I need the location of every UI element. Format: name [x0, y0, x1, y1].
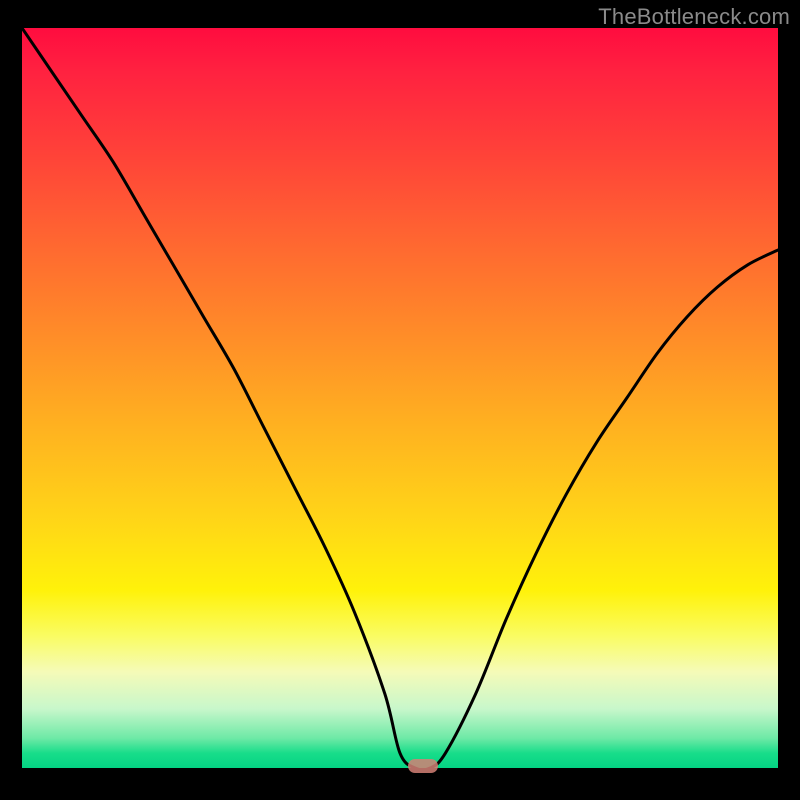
plot-area — [22, 28, 778, 768]
watermark-text: TheBottleneck.com — [598, 4, 790, 30]
bottleneck-curve — [22, 28, 778, 768]
optimal-marker — [408, 759, 438, 773]
chart-frame: TheBottleneck.com — [0, 0, 800, 800]
